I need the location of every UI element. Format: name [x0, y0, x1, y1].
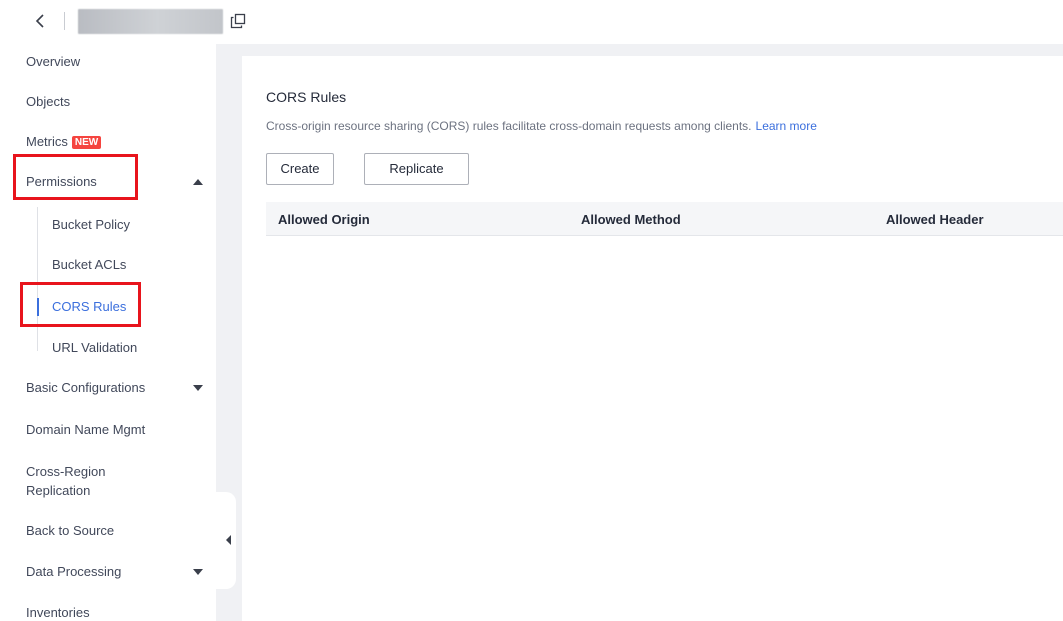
page-title: CORS Rules — [266, 89, 347, 105]
chevron-left-icon — [35, 14, 44, 28]
sidebar-item-label: Data Processing — [26, 564, 122, 579]
sidebar-subitem-label: URL Validation — [52, 340, 138, 355]
page-description: Cross-origin resource sharing (CORS) rul… — [266, 119, 817, 133]
chevron-up-icon[interactable] — [193, 179, 203, 185]
column-header-allowed-header[interactable]: Allowed Header — [886, 212, 984, 227]
sidebar-item-domain-name-mgmt[interactable]: Domain Name Mgmt — [26, 422, 145, 438]
column-header-allowed-origin[interactable]: Allowed Origin — [278, 212, 370, 227]
sidebar-item-label: Overview — [26, 54, 81, 69]
sidebar-subitem-label: Bucket ACLs — [52, 257, 127, 272]
sidebar-item-label: Inventories — [26, 605, 90, 620]
sidebar-item-label: Replication — [26, 483, 91, 498]
sidebar-item-label: Basic Configurations — [26, 380, 146, 395]
chevron-down-icon[interactable] — [193, 385, 203, 391]
highlight-box-permissions — [13, 154, 138, 200]
sidebar-subitem-url-validation[interactable]: URL Validation — [52, 340, 137, 356]
column-header-allowed-method[interactable]: Allowed Method — [581, 212, 681, 227]
chevron-down-icon[interactable] — [193, 569, 203, 575]
divider — [64, 12, 65, 30]
sidebar-subitem-bucket-policy[interactable]: Bucket Policy — [52, 217, 130, 233]
sidebar-item-data-processing[interactable]: Data Processing — [26, 564, 121, 580]
copy-icon[interactable] — [230, 13, 246, 29]
new-badge: NEW — [71, 136, 102, 149]
sidebar-item-inventories[interactable]: Inventories — [26, 605, 90, 621]
sidebar-item-back-to-source[interactable]: Back to Source — [26, 523, 114, 539]
sidebar-item-cross-region-replication[interactable]: Cross-Region Replication — [26, 462, 105, 500]
back-button[interactable] — [30, 10, 52, 32]
caret-left-icon — [226, 535, 231, 545]
description-text: Cross-origin resource sharing (CORS) rul… — [266, 119, 752, 133]
main-panel: CORS Rules Cross-origin resource sharing… — [242, 56, 1063, 621]
create-button[interactable]: Create — [266, 153, 334, 185]
highlight-box-cors-rules — [20, 282, 141, 327]
sidebar-subitem-label: Bucket Policy — [52, 217, 131, 232]
sidebar-item-basic-configurations[interactable]: Basic Configurations — [26, 380, 145, 396]
sidebar-item-overview[interactable]: Overview — [26, 54, 80, 70]
replicate-button[interactable]: Replicate — [364, 153, 469, 185]
sidebar-item-label: Back to Source — [26, 523, 115, 538]
sidebar-item-label: Objects — [26, 94, 71, 109]
submenu-line — [37, 207, 38, 351]
sidebar-item-objects[interactable]: Objects — [26, 94, 70, 110]
table-header: Allowed Origin Allowed Method Allowed He… — [266, 202, 1063, 236]
sidebar-item-label: Cross-Region — [26, 464, 106, 479]
sidebar-collapse-button[interactable] — [216, 492, 236, 589]
sidebar: Overview Objects Metrics NEW Permissions … — [0, 44, 216, 621]
sidebar-item-metrics[interactable]: Metrics NEW — [26, 134, 102, 150]
sidebar-item-label: Metrics — [26, 134, 68, 149]
bucket-name-redacted — [78, 9, 223, 34]
layout-gutter-top — [242, 44, 1063, 56]
learn-more-link[interactable]: Learn more — [756, 119, 817, 133]
top-bar — [0, 0, 1063, 44]
sidebar-subitem-bucket-acls[interactable]: Bucket ACLs — [52, 257, 126, 273]
sidebar-item-label: Domain Name Mgmt — [26, 422, 146, 437]
